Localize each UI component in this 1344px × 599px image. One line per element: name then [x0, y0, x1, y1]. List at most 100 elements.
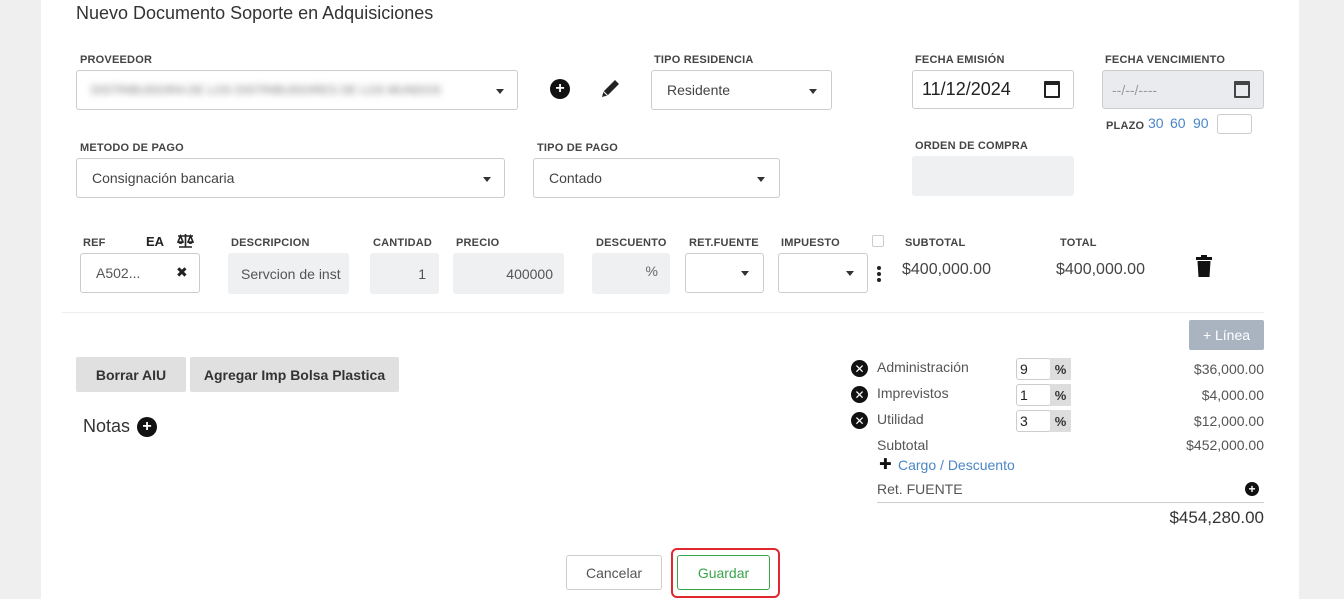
col-descripcion: DESCRIPCION	[231, 237, 310, 249]
fecha-emision-label: FECHA EMISIÓN	[915, 54, 1005, 66]
tipo-pago-label: TIPO DE PAGO	[537, 142, 619, 154]
tipo-pago-value: Contado	[549, 170, 602, 186]
chevron-down-icon	[846, 271, 854, 276]
trash-icon[interactable]	[1195, 255, 1213, 277]
tipo-pago-select[interactable]: Contado	[533, 158, 780, 198]
plus-icon: ✚	[879, 456, 892, 473]
add-provider-icon[interactable]: +	[550, 79, 570, 99]
add-note-icon[interactable]: +	[137, 417, 157, 437]
calendar-icon[interactable]	[1044, 81, 1060, 98]
fecha-emision-input[interactable]: 11/12/2024	[912, 70, 1074, 109]
utilidad-pct-input[interactable]: 3	[1016, 410, 1051, 432]
plazo-90-link[interactable]: 90	[1193, 115, 1209, 131]
administracion-pct-input[interactable]: 9	[1016, 358, 1051, 380]
ref-input[interactable]: A502... ✖	[80, 253, 200, 293]
clear-x-icon[interactable]: ✖	[176, 264, 188, 281]
col-impuesto: IMPUESTO	[781, 237, 840, 249]
page-title: Nuevo Documento Soporte en Adquisiciones	[76, 3, 434, 23]
descripcion-value: Servcion de inst	[241, 265, 341, 282]
plazo-30-link[interactable]: 30	[1148, 115, 1164, 131]
notas-label: Notas	[83, 416, 131, 436]
pct-addon: %	[1050, 384, 1071, 406]
tax-checkbox[interactable]	[872, 235, 884, 247]
metodo-pago-select[interactable]: Consignación bancaria	[76, 158, 505, 198]
tipo-residencia-select[interactable]: Residente	[651, 70, 832, 110]
utilidad-amount: $12,000.00	[1193, 413, 1264, 429]
cantidad-value: 1	[418, 265, 426, 282]
row-subtotal: $400,000.00	[902, 261, 991, 278]
save-button[interactable]: Guardar	[677, 555, 770, 590]
remove-administracion-icon[interactable]: ✕	[851, 360, 868, 377]
subtotal-value: $452,000.00	[1186, 437, 1264, 453]
proveedor-select[interactable]: DISTRIBUIDORA DE LOS DISTRIBUIDORES DE L…	[76, 70, 518, 110]
more-vertical-icon[interactable]	[877, 266, 881, 282]
cancel-button[interactable]: Cancelar	[566, 555, 662, 590]
impuesto-select[interactable]	[778, 253, 868, 293]
descuento-link[interactable]: Descuento	[948, 457, 1015, 473]
subtotal-label: Subtotal	[877, 437, 929, 453]
proveedor-label: PROVEEDOR	[80, 54, 153, 66]
fecha-vencimiento-input[interactable]: --/--/----	[1102, 70, 1264, 109]
imprevistos-pct-input[interactable]: 1	[1016, 384, 1051, 406]
descuento-unit: %	[645, 263, 658, 279]
col-subtotal: SUBTOTAL	[905, 237, 966, 249]
col-precio: PRECIO	[456, 237, 500, 249]
aiu-imprevistos-label: Imprevistos	[877, 385, 949, 401]
metodo-pago-value: Consignación bancaria	[92, 170, 235, 186]
pct-addon: %	[1050, 358, 1071, 380]
utilidad-pct-value: 3	[1020, 413, 1028, 429]
tipo-residencia-label: TIPO RESIDENCIA	[654, 54, 754, 66]
row-total: $400,000.00	[1056, 261, 1145, 278]
metodo-pago-label: METODO DE PAGO	[80, 142, 184, 154]
retfuente-select[interactable]	[685, 253, 764, 293]
calendar-icon[interactable]	[1234, 81, 1250, 98]
add-retention-icon[interactable]: +	[1245, 482, 1259, 496]
plazo-60-link[interactable]: 60	[1170, 115, 1186, 131]
aiu-utilidad-label: Utilidad	[877, 411, 924, 427]
col-total: TOTAL	[1060, 237, 1097, 249]
col-retfuente: RET.FUENTE	[689, 237, 759, 249]
remove-imprevistos-icon[interactable]: ✕	[851, 386, 868, 403]
col-cantidad: CANTIDAD	[373, 237, 433, 249]
chevron-down-icon	[809, 89, 817, 94]
ret-fuente-label: Ret. FUENTE	[877, 481, 963, 497]
descripcion-input[interactable]: Servcion de inst	[228, 253, 349, 294]
orden-compra-input[interactable]	[912, 156, 1074, 196]
col-ea[interactable]: EA	[146, 234, 164, 249]
borrar-aiu-button[interactable]: Borrar AIU	[76, 357, 186, 392]
plazo-days-input[interactable]	[1217, 114, 1252, 134]
cantidad-input[interactable]: 1	[370, 253, 439, 294]
col-descuento: DESCUENTO	[596, 237, 667, 249]
balance-scale-icon[interactable]	[176, 233, 195, 249]
remove-utilidad-icon[interactable]: ✕	[851, 412, 868, 429]
cargo-descuento: Cargo / Descuento	[898, 457, 1015, 473]
fecha-vencimiento-placeholder: --/--/----	[1112, 81, 1158, 98]
row-divider	[62, 312, 1264, 313]
col-ref: REF	[83, 237, 106, 249]
edit-pencil-icon[interactable]	[599, 76, 623, 100]
aiu-administracion-label: Administración	[877, 359, 969, 375]
chevron-down-icon	[741, 271, 749, 276]
tipo-residencia-value: Residente	[667, 82, 731, 98]
imprevistos-amount: $4,000.00	[1201, 387, 1264, 403]
add-line-button[interactable]: + Línea	[1189, 320, 1264, 350]
precio-input[interactable]: 400000	[453, 253, 564, 294]
administracion-amount: $36,000.00	[1193, 361, 1264, 377]
agregar-bolsa-button[interactable]: Agregar Imp Bolsa Plastica	[190, 357, 399, 392]
grand-total: $454,280.00	[1169, 508, 1264, 527]
total-divider	[877, 502, 1264, 503]
chevron-down-icon	[496, 89, 504, 94]
pct-addon: %	[1050, 410, 1071, 432]
chevron-down-icon	[757, 177, 765, 182]
fecha-vencimiento-label: FECHA VENCIMIENTO	[1105, 54, 1226, 66]
descuento-input[interactable]: %	[592, 253, 670, 294]
fecha-emision-value: 11/12/2024	[922, 79, 1011, 99]
proveedor-value: DISTRIBUIDORA DE LOS DISTRIBUIDORES DE L…	[91, 83, 442, 97]
precio-value: 400000	[506, 265, 553, 282]
cargo-descuento-separator: /	[940, 457, 944, 473]
administracion-pct-value: 9	[1020, 361, 1028, 377]
cargo-link[interactable]: Cargo	[898, 457, 936, 473]
ref-value: A502...	[96, 265, 141, 281]
imprevistos-pct-value: 1	[1020, 387, 1028, 403]
plazo-label: PLAZO	[1106, 120, 1145, 132]
